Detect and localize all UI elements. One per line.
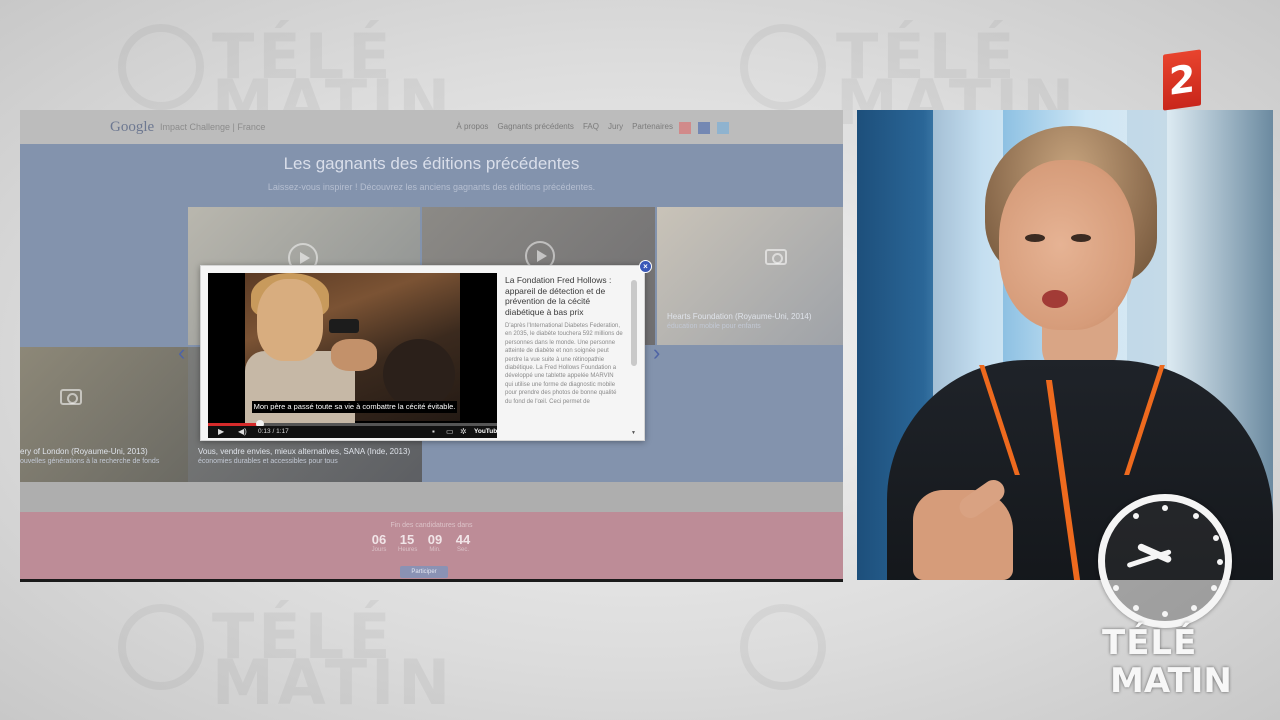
backdrop-clock-icon (740, 24, 826, 110)
backdrop-clock-icon (118, 604, 204, 690)
facebook-icon[interactable] (698, 122, 710, 134)
countdown-label: Fin des candidatures dans (390, 522, 473, 529)
tile-description: éducation mobile pour enfants (667, 323, 761, 330)
winner-tile[interactable]: ery of London (Royaume-Uni, 2013) ouvell… (20, 347, 188, 482)
nav-item-about[interactable]: À propos (456, 122, 488, 131)
subtitles-icon[interactable]: ▪ (432, 427, 435, 437)
camera-icon (765, 249, 787, 265)
presenter-eye (1025, 234, 1045, 242)
presenter-mouth (1042, 290, 1068, 308)
site-logo[interactable]: Google (110, 119, 154, 136)
countdown-minutes: 09 Min. (426, 532, 444, 553)
tile-description: économies durables et accessibles pour t… (198, 458, 338, 465)
tile-caption: Vous, vendre envies, mieux alternatives,… (198, 447, 411, 456)
show-logo-line2: MATIN (1110, 661, 1232, 701)
nav-item-previous-winners[interactable]: Gagnants précédents (497, 122, 574, 131)
countdown-hours: 15 Heures (398, 532, 418, 553)
clock-icon (1098, 494, 1232, 628)
video-time: 0:13 / 1:17 (258, 428, 289, 435)
modal-scrollbar[interactable] (631, 280, 637, 366)
modal-description: La Fondation Fred Hollows : appareil de … (505, 275, 623, 406)
countdown-value: 06 (371, 532, 387, 547)
nav-item-jury[interactable]: Jury (608, 122, 623, 131)
countdown-unit: Jours (371, 547, 387, 553)
backdrop-word: MATIN (212, 646, 455, 719)
video-frame (245, 273, 460, 431)
twitter-icon[interactable] (717, 122, 729, 134)
volume-icon[interactable]: ◀) (238, 427, 247, 437)
gear-icon[interactable]: ✲ (460, 427, 467, 437)
participate-button[interactable]: Participer (400, 566, 448, 578)
nav-item-partners[interactable]: Partenaires (632, 122, 673, 131)
video-controls: ▶ ◀) 0:13 / 1:17 ▪ ▭ ✲ YouTube (208, 426, 497, 438)
channel-logo: 2 (1163, 49, 1201, 111)
backdrop-word: TÉLÉ (836, 20, 1019, 93)
camera-feed (857, 110, 1273, 580)
site-header: Google Impact Challenge | France À propo… (20, 110, 843, 144)
time-current: 0:13 (258, 428, 271, 435)
modal-title: La Fondation Fred Hollows : appareil de … (505, 275, 612, 317)
grey-divider (20, 482, 843, 512)
backdrop-clock-icon (118, 24, 204, 110)
countdown-unit: Heures (398, 547, 418, 553)
section-title: Les gagnants des éditions précédentes (283, 154, 580, 173)
winner-modal: × Mon père a passé toute sa vie à combat… (200, 260, 652, 441)
scroll-down-icon[interactable]: ▼ (631, 430, 636, 436)
backdrop-clock-icon (740, 604, 826, 690)
play-icon[interactable]: ▶ (218, 427, 224, 437)
presenter-face (999, 160, 1135, 330)
video-player[interactable]: Mon père a passé toute sa vie à combattr… (208, 273, 497, 438)
video-subtitle: Mon père a passé toute sa vie à combattr… (252, 401, 457, 413)
countdown-unit: Min. (429, 547, 441, 553)
close-icon[interactable]: × (639, 260, 652, 273)
google-plus-icon[interactable] (679, 122, 691, 134)
nav-item-faq[interactable]: FAQ (583, 122, 599, 131)
camera-icon (60, 389, 82, 405)
countdown-unit: Sec. (456, 547, 469, 553)
site-logo-subtitle: Impact Challenge | France (160, 122, 266, 132)
show-logo-line1: TÉLÉ (1102, 623, 1198, 663)
website-screen: Google Impact Challenge | France À propo… (20, 110, 843, 582)
time-total: 1:17 (276, 428, 289, 435)
carousel-next-icon[interactable]: › (653, 340, 660, 366)
countdown-value: 09 (427, 532, 443, 547)
tile-description: ouvelles générations à la recherche de f… (20, 458, 160, 465)
countdown-seconds: 44 Sec. (454, 532, 472, 553)
winner-tile[interactable]: Hearts Foundation (Royaume-Uni, 2014) éd… (657, 207, 843, 345)
countdown: 06 Jours 15 Heures 09 Min. 44 Sec. (370, 532, 472, 553)
modal-body: D'après l'International Diabetes Federat… (505, 323, 623, 405)
site-nav: À propos Gagnants précédents FAQ Jury Pa… (456, 122, 673, 131)
countdown-days: 06 Jours (370, 532, 388, 553)
backdrop-word: TÉLÉ (212, 20, 395, 93)
countdown-value: 15 (399, 532, 415, 547)
captions-icon[interactable]: ▭ (446, 427, 454, 437)
backdrop-word: TÉLÉ (212, 600, 395, 673)
tile-caption: ery of London (Royaume-Uni, 2013) (20, 447, 148, 456)
presenter-eye (1071, 234, 1091, 242)
tile-caption: Hearts Foundation (Royaume-Uni, 2014) (667, 312, 812, 321)
carousel-prev-icon[interactable]: ‹ (178, 340, 185, 366)
countdown-value: 44 (455, 532, 471, 547)
section-subtitle: Laissez-vous inspirer ! Découvrez les an… (267, 182, 596, 192)
youtube-logo[interactable]: YouTube (474, 427, 497, 437)
